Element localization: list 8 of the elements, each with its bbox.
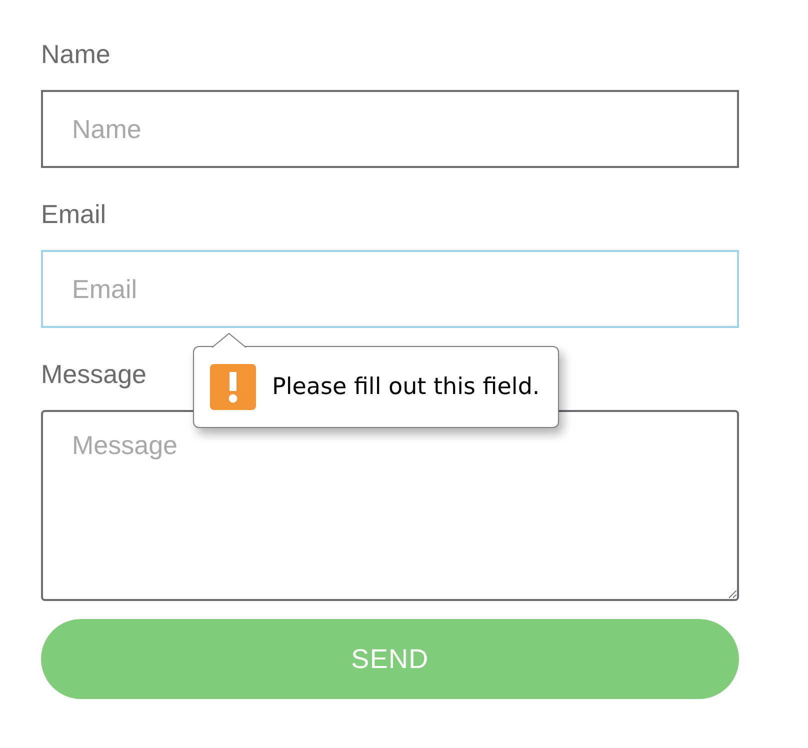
warning-icon	[210, 364, 256, 410]
input-field[interactable]: Name	[41, 90, 739, 168]
field-label: Email	[41, 198, 106, 230]
tooltip-message: Please fill out this field.	[272, 372, 540, 402]
message-field[interactable]: Message	[41, 410, 739, 601]
field-label: Message	[41, 358, 146, 390]
send-button[interactable]: SEND	[41, 619, 739, 699]
field-label: Name	[41, 38, 110, 70]
